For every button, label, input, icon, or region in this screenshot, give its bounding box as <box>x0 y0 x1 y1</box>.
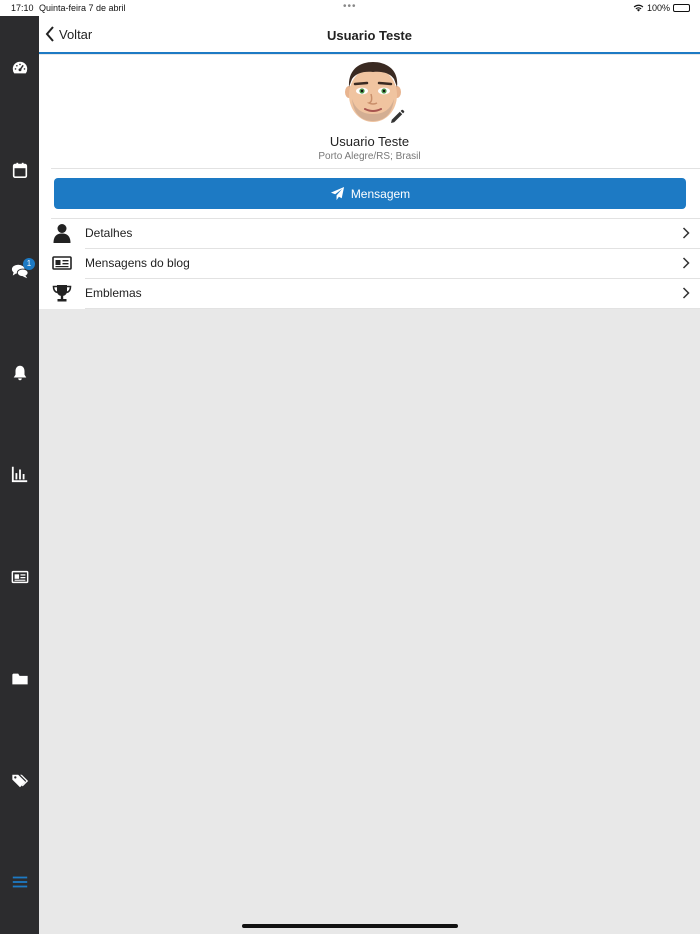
battery-icon <box>673 4 690 12</box>
nav-header: Voltar Usuario Teste <box>39 16 700 54</box>
paper-plane-icon <box>330 186 344 201</box>
menu-item-details[interactable]: Detalhes <box>39 218 700 248</box>
sidebar-item-menu[interactable] <box>0 867 39 897</box>
dashboard-icon <box>12 61 27 74</box>
folder-icon <box>11 673 28 685</box>
bell-icon <box>13 365 26 381</box>
chevron-right-icon <box>682 287 690 299</box>
sidebar-item-calendar[interactable] <box>0 155 39 185</box>
menu-item-label: Detalhes <box>85 226 133 240</box>
profile-name: Usuario Teste <box>329 134 410 149</box>
message-button[interactable]: Mensagem <box>54 178 686 209</box>
newspaper-icon <box>11 570 28 584</box>
divider <box>85 308 700 309</box>
calendar-icon <box>12 162 27 179</box>
menu-item-badges[interactable]: Emblemas <box>39 278 700 308</box>
message-button-label: Mensagem <box>350 186 411 201</box>
status-bar: 17:10 Quinta-feira 7 de abril ••• 100% <box>0 0 700 16</box>
pencil-icon[interactable] <box>389 109 405 125</box>
status-date: Quinta-feira 7 de abril <box>39 3 126 13</box>
chat-badge: 1 <box>23 258 35 270</box>
profile-location: Porto Alegre/RS; Brasil <box>318 151 421 162</box>
status-right: 100% <box>633 3 690 13</box>
menu-item-label: Emblemas <box>85 286 142 300</box>
sidebar-item-notifications[interactable] <box>0 358 39 388</box>
sidebar-item-blog[interactable] <box>0 562 39 592</box>
sidebar-item-dashboard[interactable] <box>0 53 39 83</box>
page-title: Usuario Teste <box>326 28 412 43</box>
menu-icon <box>12 876 27 888</box>
user-icon <box>53 224 71 243</box>
tags-icon <box>11 774 28 788</box>
battery-percent: 100% <box>646 3 670 13</box>
home-indicator[interactable] <box>242 924 458 928</box>
bar-chart-icon <box>11 466 27 483</box>
sidebar: 1 <box>0 16 39 934</box>
chevron-right-icon <box>682 227 690 239</box>
menu-item-label: Mensagens do blog <box>85 256 190 270</box>
newspaper-icon <box>52 256 72 270</box>
sidebar-item-chat[interactable]: 1 <box>0 256 39 286</box>
wifi-icon <box>633 4 644 12</box>
menu-item-blog-posts[interactable]: Mensagens do blog <box>39 248 700 278</box>
sidebar-item-reports[interactable] <box>0 459 39 489</box>
chevron-right-icon <box>682 257 690 269</box>
divider <box>51 168 700 169</box>
trophy-icon <box>52 285 72 302</box>
multitasking-dots[interactable]: ••• <box>343 1 357 12</box>
status-time: 17:10 <box>11 3 34 13</box>
profile-panel: Usuario Teste Porto Alegre/RS; Brasil Me… <box>39 55 700 309</box>
sidebar-item-tags[interactable] <box>0 766 39 796</box>
sidebar-item-files[interactable] <box>0 664 39 694</box>
